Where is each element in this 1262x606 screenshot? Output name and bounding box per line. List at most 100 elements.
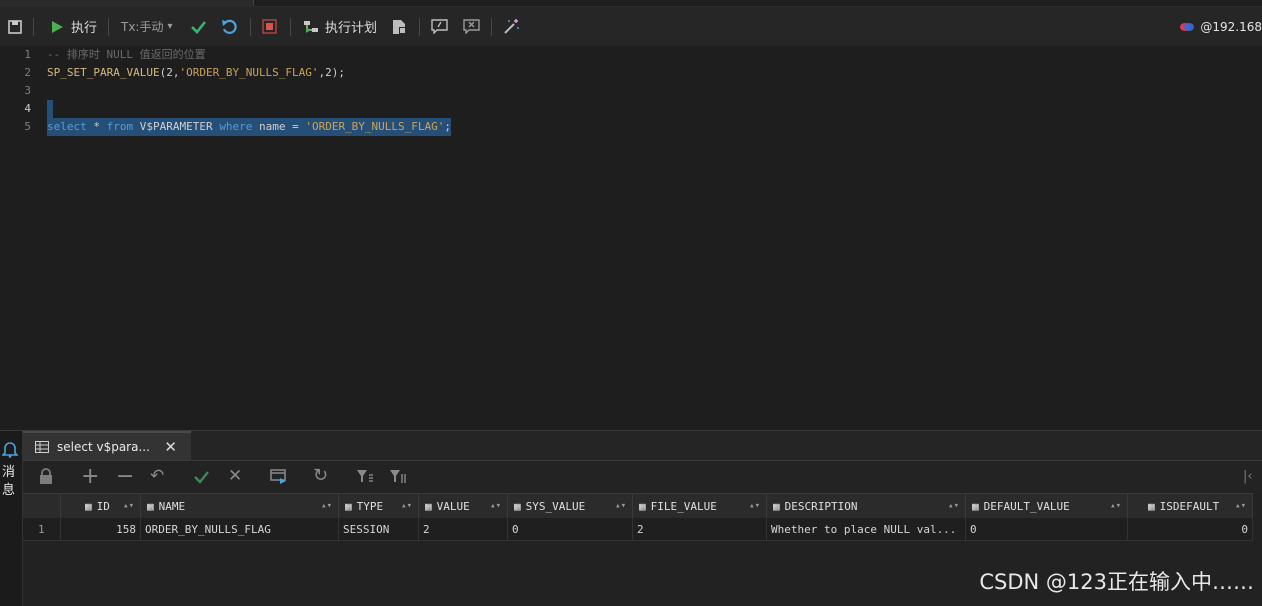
where-condition: name = [252, 120, 306, 133]
code-line-3: 3 [0, 82, 1262, 100]
string-literal: 'ORDER_BY_NULLS_FLAG' [305, 120, 445, 133]
table-icon [35, 440, 49, 453]
column-label: ID [96, 499, 110, 513]
sort-icon[interactable]: ▴▾ [123, 501, 134, 511]
filter-sort-icon[interactable] [356, 469, 374, 484]
cell-id[interactable]: 158 [61, 518, 141, 540]
stop-button[interactable] [262, 7, 277, 46]
column-header-name[interactable]: ▦ NAME ▴▾ [141, 494, 339, 518]
cell-sys-value[interactable]: 0 [508, 518, 633, 540]
transaction-mode-dropdown[interactable]: Tx:手动 ▾ [121, 7, 173, 46]
cell-name[interactable]: ORDER_BY_NULLS_FLAG [141, 518, 339, 540]
column-header-default-value[interactable]: ▦ DEFAULT_VALUE ▴▾ [966, 494, 1128, 518]
code-line-2: 2 SP_SET_PARA_VALUE(2,'ORDER_BY_NULLS_FL… [0, 64, 1262, 82]
comment-icon [431, 19, 448, 34]
row-number-header [23, 494, 61, 518]
line-number: 1 [24, 48, 31, 61]
remove-row-icon[interactable]: − [116, 464, 134, 489]
save-icon [8, 19, 22, 34]
cell-default-value[interactable]: 0 [966, 518, 1128, 540]
sort-icon[interactable]: ▴▾ [948, 501, 959, 511]
grid-header-row: ▦ ID ▴▾ ▦ NAME ▴▾ ▦ TYPE ▴▾ ▦ VALUE ▴▾ ▦ SYS_VALU… [23, 493, 1253, 519]
undo-icon [222, 19, 237, 34]
column-icon: ▦ [1148, 499, 1155, 513]
add-row-icon[interactable]: + [81, 464, 99, 489]
column-icon: ▦ [147, 499, 154, 513]
uncomment-button[interactable] [463, 7, 480, 46]
column-header-value[interactable]: ▦ VALUE ▴▾ [419, 494, 508, 518]
magic-wand-icon [504, 19, 519, 34]
line-number: 3 [24, 84, 31, 97]
results-panel: 消 息 select v$para... ✕ + − ↶ ✕ ↻ |‹ ▦ ID ▴… [0, 430, 1262, 606]
sort-icon[interactable]: ▴▾ [490, 501, 501, 511]
column-header-type[interactable]: ▦ TYPE ▴▾ [339, 494, 419, 518]
editor-tab-line [253, 0, 1262, 6]
column-header-id[interactable]: ▦ ID ▴▾ [61, 494, 141, 518]
selection-highlight [47, 100, 53, 118]
execution-plan-label: 执行计划 [325, 21, 378, 36]
column-label: FILE_VALUE [650, 499, 717, 513]
column-label: SYS_VALUE [525, 499, 586, 513]
cell-value[interactable]: 2 [419, 518, 508, 540]
column-label: TYPE [356, 499, 384, 513]
sort-icon[interactable]: ▴▾ [1235, 501, 1246, 511]
select-star: * [86, 120, 107, 133]
keyword-where: where [219, 120, 253, 133]
connection-host: @192.168 [1200, 19, 1262, 34]
messages-label-char-1: 消 [2, 465, 16, 480]
window-top-strip [0, 0, 1262, 7]
column-filter-icon[interactable] [389, 469, 407, 484]
line-number: 2 [24, 66, 31, 79]
lock-icon[interactable] [38, 468, 54, 485]
cell-description[interactable]: Whether to place NULL val... [767, 518, 966, 540]
execution-plan-button[interactable]: 执行计划 [303, 7, 377, 46]
messages-sidebar[interactable]: 消 息 [0, 431, 23, 606]
revert-icon[interactable]: ↶ [150, 466, 164, 486]
sql-editor[interactable]: 1 -- 排序时 NULL 值返回的位置 2 SP_SET_PARA_VALUE… [0, 46, 1262, 430]
connection-info[interactable]: @192.168 [1179, 7, 1262, 46]
document-icon [393, 19, 406, 34]
column-header-description[interactable]: ▦ DESCRIPTION ▴▾ [767, 494, 966, 518]
run-button[interactable]: 执行 [50, 7, 97, 46]
sort-icon[interactable]: ▴▾ [1110, 501, 1121, 511]
statement-end: ; [444, 120, 452, 133]
comment-button[interactable] [431, 7, 448, 46]
cell-file-value[interactable]: 2 [633, 518, 767, 540]
column-icon: ▦ [85, 499, 92, 513]
cancel-icon[interactable]: ✕ [228, 466, 242, 486]
commit-button[interactable] [190, 7, 207, 46]
sort-icon[interactable]: ▴▾ [615, 501, 626, 511]
export-icon[interactable] [270, 469, 287, 484]
sort-icon[interactable]: ▴▾ [749, 501, 760, 511]
apply-check-icon[interactable] [193, 470, 210, 484]
column-header-file-value[interactable]: ▦ FILE_VALUE ▴▾ [633, 494, 767, 518]
format-button[interactable] [391, 7, 407, 46]
function-args-end: ,2); [318, 66, 346, 79]
cell-type[interactable]: SESSION [339, 518, 419, 540]
row-number: 1 [23, 518, 61, 540]
sort-icon[interactable]: ▴▾ [401, 501, 412, 511]
column-header-sys-value[interactable]: ▦ SYS_VALUE ▴▾ [508, 494, 633, 518]
column-label: ISDEFAULT [1159, 499, 1220, 513]
chevron-down-icon: ▾ [167, 21, 173, 32]
uncomment-icon [463, 19, 480, 34]
column-header-isdefault[interactable]: ▦ ISDEFAULT ▴▾ [1128, 494, 1253, 518]
column-label: VALUE [436, 499, 470, 513]
line-number: 4 [24, 102, 31, 115]
run-label: 执行 [71, 21, 98, 36]
string-literal: 'ORDER_BY_NULLS_FLAG' [179, 66, 319, 79]
close-icon[interactable]: ✕ [164, 438, 177, 456]
cell-isdefault[interactable]: 0 [1128, 518, 1253, 540]
save-button[interactable] [8, 7, 22, 46]
database-connection-icon [1180, 22, 1195, 31]
refresh-icon[interactable]: ↻ [313, 465, 328, 486]
table-row[interactable]: 1 158 ORDER_BY_NULLS_FLAG SESSION 2 0 2 … [23, 518, 1253, 541]
sort-icon[interactable]: ▴▾ [321, 501, 332, 511]
rollback-button[interactable] [221, 7, 237, 46]
result-tab[interactable]: select v$para... ✕ [23, 431, 191, 460]
messages-label-char-2: 息 [2, 483, 16, 498]
magic-wand-button[interactable] [503, 7, 520, 46]
function-args: (2, [159, 66, 180, 79]
collapse-panel-icon[interactable]: |‹ [1243, 469, 1253, 484]
comment-text: -- 排序时 NULL 值返回的位置 [47, 48, 206, 61]
